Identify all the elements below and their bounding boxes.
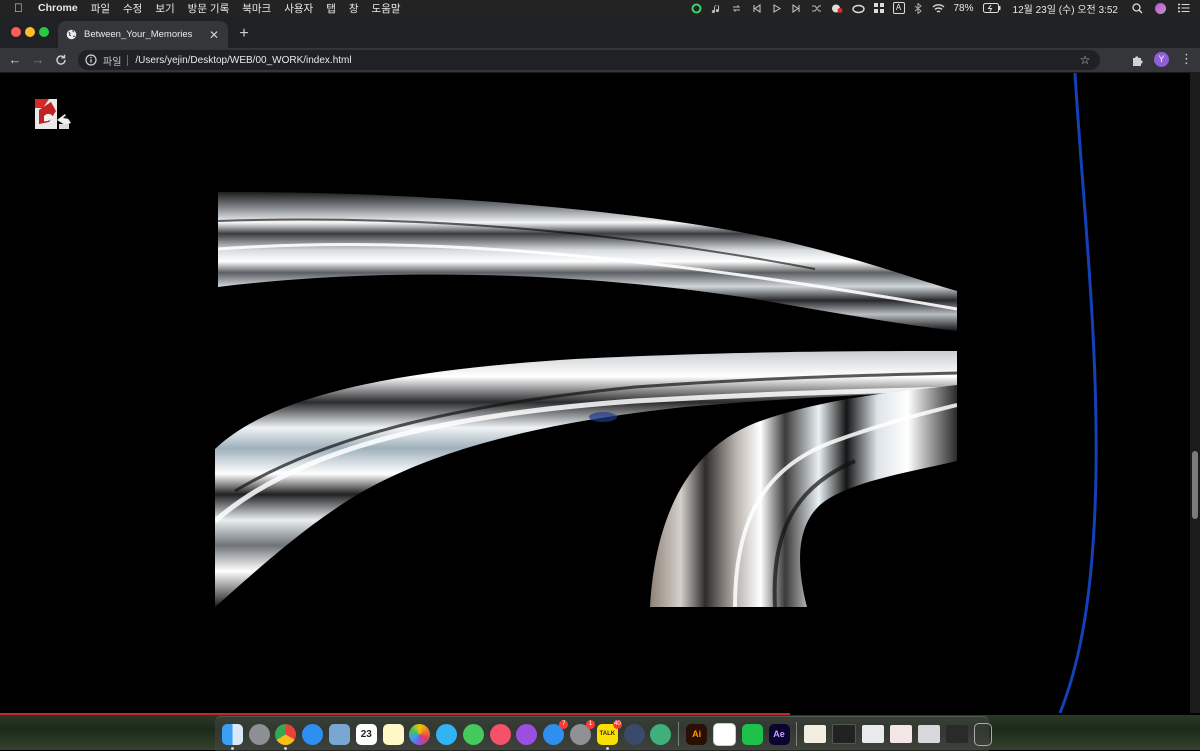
photos-icon[interactable] — [409, 723, 431, 745]
window-minimize-button[interactable] — [25, 27, 35, 37]
globe-icon — [66, 29, 77, 40]
battery-icon[interactable] — [982, 3, 1001, 13]
dock-separator — [678, 722, 680, 746]
kakaotalk-label: TALK — [599, 730, 616, 737]
menu-tab[interactable]: 탭 — [326, 1, 336, 16]
line-icon[interactable] — [741, 723, 763, 745]
bookmark-star-icon[interactable]: ☆ — [1078, 53, 1092, 67]
apple-menu-icon[interactable]:  — [14, 0, 28, 16]
play-icon[interactable] — [771, 3, 782, 14]
notification-center-icon[interactable] — [1178, 3, 1190, 13]
calendar-icon[interactable]: 23 — [355, 723, 377, 745]
cinema4d-icon[interactable] — [623, 723, 645, 745]
web-page-viewport — [0, 73, 1200, 713]
dock-window-thumbnail[interactable] — [804, 725, 827, 743]
menu-bar-clock[interactable]: 12월 23일 (수) 오전 3:52 — [1013, 1, 1118, 16]
browser-toolbar: ← → 파일 /Users/yejin/Desktop/WEB/00_WORK/… — [0, 48, 1200, 73]
macos-menu-bar:  Chrome 파일 수정 보기 방문 기록 북마크 사용자 탭 창 도움말 — [0, 0, 1200, 16]
system-preferences-icon[interactable]: 1 — [570, 719, 596, 745]
launchpad-icon[interactable] — [248, 723, 270, 745]
menu-bar-extras: A 78% 12월 23일 (수) 오전 3:52 — [682, 0, 1191, 16]
url-separator — [127, 54, 129, 66]
profile-avatar[interactable]: Y — [1154, 52, 1169, 67]
music-icon[interactable] — [489, 723, 511, 745]
menu-window[interactable]: 창 — [349, 1, 359, 16]
new-tab-button[interactable]: + — [236, 25, 252, 43]
shuffle-icon[interactable] — [811, 3, 822, 14]
menu-edit[interactable]: 수정 — [123, 1, 142, 16]
facetime-icon[interactable] — [462, 723, 484, 745]
menu-bookmarks[interactable]: 북마크 — [242, 1, 271, 16]
messages-icon[interactable] — [436, 723, 458, 745]
extensions-puzzle-icon[interactable] — [1131, 53, 1145, 67]
chrome-icon[interactable] — [275, 723, 297, 750]
menu-file[interactable]: 파일 — [91, 1, 110, 16]
spotlight-search-icon[interactable] — [1132, 2, 1143, 14]
dock-window-thumbnail[interactable] — [862, 725, 885, 743]
more-menu-icon[interactable]: ⋮ — [1180, 51, 1193, 67]
kakaotalk-icon[interactable]: TALK 40 — [596, 719, 622, 750]
dock-window-thumbnail[interactable] — [832, 724, 857, 744]
dock-window-thumbnail[interactable] — [918, 725, 941, 743]
status-app-icon[interactable] — [691, 3, 702, 14]
wifi-icon[interactable] — [932, 3, 945, 14]
site-info-icon[interactable] — [85, 54, 97, 66]
preview-icon[interactable] — [329, 723, 351, 745]
notes-icon[interactable] — [382, 723, 404, 745]
menu-view[interactable]: 보기 — [155, 1, 174, 16]
after-effects-icon[interactable]: Ae — [768, 723, 790, 745]
address-bar[interactable]: 파일 /Users/yejin/Desktop/WEB/00_WORK/inde… — [78, 50, 1100, 70]
back-arrow-icon[interactable]: ← — [7, 52, 23, 68]
bluetooth-icon[interactable] — [914, 2, 923, 14]
system-preferences-badge: 1 — [586, 719, 596, 729]
repeat-icon[interactable] — [731, 3, 742, 14]
previous-track-icon[interactable] — [751, 3, 762, 14]
window-fullscreen-button[interactable] — [39, 27, 49, 37]
window-close-button[interactable] — [11, 27, 21, 37]
menu-app-name[interactable]: Chrome — [38, 2, 78, 14]
next-track-icon[interactable] — [791, 3, 802, 14]
page-scrollbar-thumb[interactable] — [1192, 451, 1198, 519]
macos-dock: 23 7 1 TALK 40 Ai Ae — [215, 716, 993, 751]
podcasts-icon[interactable] — [516, 723, 538, 745]
site-logo-image[interactable] — [35, 96, 73, 132]
dock-separator-2 — [796, 722, 798, 746]
atom-icon[interactable] — [650, 723, 672, 745]
input-source-icon[interactable]: A — [892, 2, 905, 14]
battery-percentage: 78% — [953, 2, 974, 14]
forward-arrow-icon[interactable]: → — [30, 52, 46, 68]
reload-icon[interactable] — [53, 52, 69, 68]
notification-app-icon[interactable] — [831, 3, 843, 14]
menu-people[interactable]: 사용자 — [284, 1, 313, 16]
kakaotalk-badge: 40 — [612, 719, 622, 729]
tab-title: Between_Your_Memories — [84, 29, 193, 40]
safari-icon[interactable] — [302, 723, 324, 745]
browser-tab-active[interactable]: Between_Your_Memories ✕ — [58, 21, 228, 48]
decorative-blue-line — [1058, 73, 1098, 713]
menu-history[interactable]: 방문 기록 — [188, 1, 230, 16]
url-scheme-label: 파일 — [103, 56, 122, 68]
grid-app-icon[interactable] — [873, 3, 884, 13]
music-control-icon[interactable] — [711, 3, 722, 14]
dock-window-thumbnail[interactable] — [890, 725, 913, 743]
finder-icon[interactable] — [221, 723, 243, 750]
url-text[interactable]: /Users/yejin/Desktop/WEB/00_WORK/index.h… — [135, 55, 1078, 66]
tab-close-icon[interactable]: ✕ — [206, 28, 222, 42]
page-scrollbar-track[interactable] — [1190, 73, 1200, 713]
app-store-badge: 7 — [559, 719, 569, 729]
trash-icon[interactable] — [974, 722, 993, 746]
browser-tab-strip: Between_Your_Memories ✕ + — [0, 16, 1200, 48]
hero-chrome-artwork-image — [215, 191, 957, 607]
illustrator-icon[interactable]: Ai — [686, 723, 708, 745]
dock-window-thumbnail[interactable] — [946, 725, 969, 743]
acrobat-icon[interactable] — [712, 722, 736, 746]
creative-cloud-icon[interactable] — [851, 3, 865, 14]
menu-help[interactable]: 도움말 — [372, 1, 401, 16]
app-store-icon[interactable]: 7 — [543, 719, 569, 745]
siri-icon[interactable] — [1155, 2, 1166, 14]
